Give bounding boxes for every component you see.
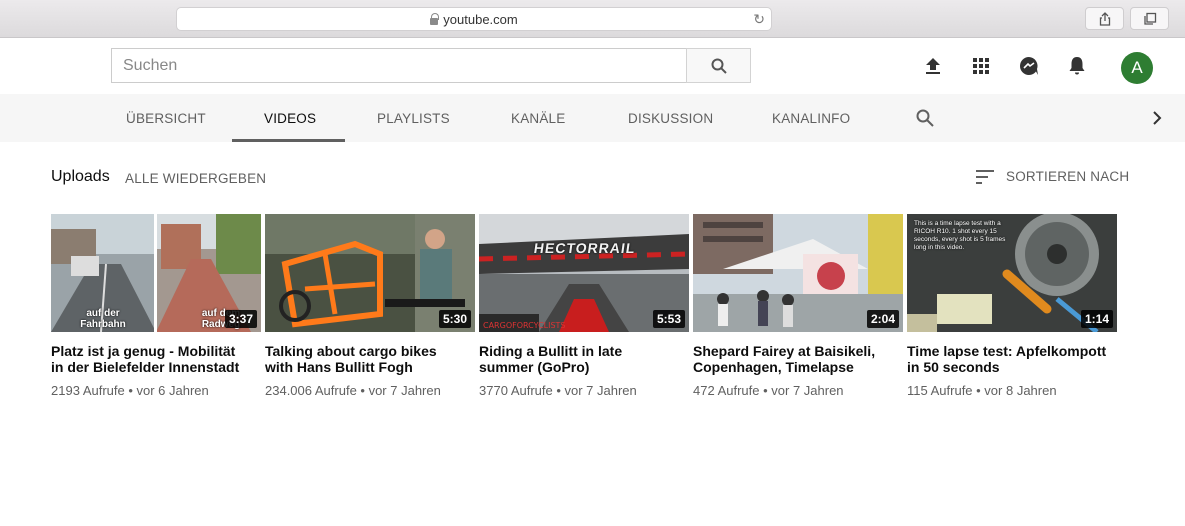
play-all-button[interactable]: ALLE WIEDERGEBEN xyxy=(125,171,266,186)
video-title[interactable]: Talking about cargo bikes with Hans Bull… xyxy=(265,343,465,375)
browser-toolbar: youtube.com ↻ xyxy=(0,0,1185,38)
apps-icon xyxy=(973,58,989,74)
video-thumbnail[interactable]: This is a time lapse test with a RICOH R… xyxy=(907,214,1117,332)
sort-label: SORTIEREN NACH xyxy=(1006,169,1130,184)
video-duration: 5:30 xyxy=(438,310,471,328)
tab-videos[interactable]: VIDEOS xyxy=(264,94,316,142)
upload-icon xyxy=(926,58,940,74)
tab-about[interactable]: KANALINFO xyxy=(772,94,850,142)
share-button[interactable] xyxy=(1085,7,1124,30)
messages-button[interactable] xyxy=(1018,55,1040,77)
search-input[interactable]: Suchen xyxy=(111,48,687,83)
video-duration: 3:37 xyxy=(224,310,257,328)
video-title[interactable]: Platz ist ja genug - Mobilität in der Bi… xyxy=(51,343,251,375)
search-icon xyxy=(711,58,727,74)
sort-button[interactable]: SORTIEREN NACH xyxy=(976,169,1129,184)
notifications-button[interactable] xyxy=(1066,55,1088,77)
address-bar[interactable]: youtube.com ↻ xyxy=(176,7,772,31)
video-title[interactable]: Time lapse test: Apfelkompott in 50 seco… xyxy=(907,343,1107,375)
chevron-right-icon xyxy=(1153,111,1162,125)
tab-playlists[interactable]: PLAYLISTS xyxy=(377,94,450,142)
sort-icon xyxy=(976,169,994,184)
video-meta: 472 Aufrufe • vor 7 Jahren xyxy=(693,383,844,398)
video-card[interactable]: CARGOFORCYCLISTS HECTORRAIL 5:53 Riding … xyxy=(479,214,689,398)
video-duration: 2:04 xyxy=(866,310,899,328)
url-text: youtube.com xyxy=(443,11,518,27)
video-thumbnail[interactable]: 2:04 xyxy=(693,214,903,332)
upload-button[interactable] xyxy=(922,55,944,77)
video-meta: 3770 Aufrufe • vor 7 Jahren xyxy=(479,383,637,398)
video-meta: 2193 Aufrufe • vor 6 Jahren xyxy=(51,383,209,398)
video-thumbnail[interactable]: auf der Fahrbahn auf dem Radweg 3:37 xyxy=(51,214,261,332)
tab-discussion[interactable]: DISKUSSION xyxy=(628,94,713,142)
tab-channels[interactable]: KANÄLE xyxy=(511,94,565,142)
reload-icon[interactable]: ↻ xyxy=(753,11,765,28)
thumbnail-note-text: This is a time lapse test with a RICOH R… xyxy=(914,220,1006,251)
video-card[interactable]: 2:04 Shepard Fairey at Baisikeli, Copenh… xyxy=(693,214,903,398)
apps-button[interactable] xyxy=(970,55,992,77)
active-tab-indicator xyxy=(232,139,345,142)
show-tabs-button[interactable] xyxy=(1130,7,1169,30)
thumbnail-caption-left: auf der Fahrbahn xyxy=(80,308,126,330)
youtube-header: Suchen A xyxy=(0,38,1185,94)
tabs-icon xyxy=(1143,12,1156,25)
search-button[interactable] xyxy=(686,48,751,83)
video-card[interactable]: This is a time lapse test with a RICOH R… xyxy=(907,214,1117,398)
bell-icon xyxy=(1069,57,1085,75)
video-thumbnail[interactable]: 5:30 xyxy=(265,214,475,332)
search-icon xyxy=(916,109,934,127)
video-meta: 115 Aufrufe • vor 8 Jahren xyxy=(907,383,1057,398)
lock-icon xyxy=(430,12,440,25)
channel-tab-bar: ÜBERSICHT VIDEOS PLAYLISTS KANÄLE DISKUS… xyxy=(0,94,1185,142)
messages-icon xyxy=(1020,57,1038,75)
video-title[interactable]: Riding a Bullitt in late summer (GoPro) xyxy=(479,343,679,375)
section-title: Uploads xyxy=(51,168,110,185)
svg-text:CARGOFORCYCLISTS: CARGOFORCYCLISTS xyxy=(483,321,566,330)
tab-overview[interactable]: ÜBERSICHT xyxy=(126,94,206,142)
video-duration: 1:14 xyxy=(1080,310,1113,328)
channel-search-button[interactable] xyxy=(915,108,935,133)
video-meta: 234.006 Aufrufe • vor 7 Jahren xyxy=(265,383,441,398)
thumbnail-banner-text: HECTORRAIL xyxy=(532,240,637,256)
video-thumbnail[interactable]: CARGOFORCYCLISTS HECTORRAIL 5:53 xyxy=(479,214,689,332)
tabs-next-button[interactable] xyxy=(1150,109,1164,132)
video-duration: 5:53 xyxy=(652,310,685,328)
video-title[interactable]: Shepard Fairey at Baisikeli, Copenhagen,… xyxy=(693,343,893,375)
video-card[interactable]: auf der Fahrbahn auf dem Radweg 3:37 Pla… xyxy=(51,214,261,398)
video-card[interactable]: 5:30 Talking about cargo bikes with Hans… xyxy=(265,214,475,398)
share-icon xyxy=(1099,11,1110,26)
avatar[interactable]: A xyxy=(1121,52,1153,84)
